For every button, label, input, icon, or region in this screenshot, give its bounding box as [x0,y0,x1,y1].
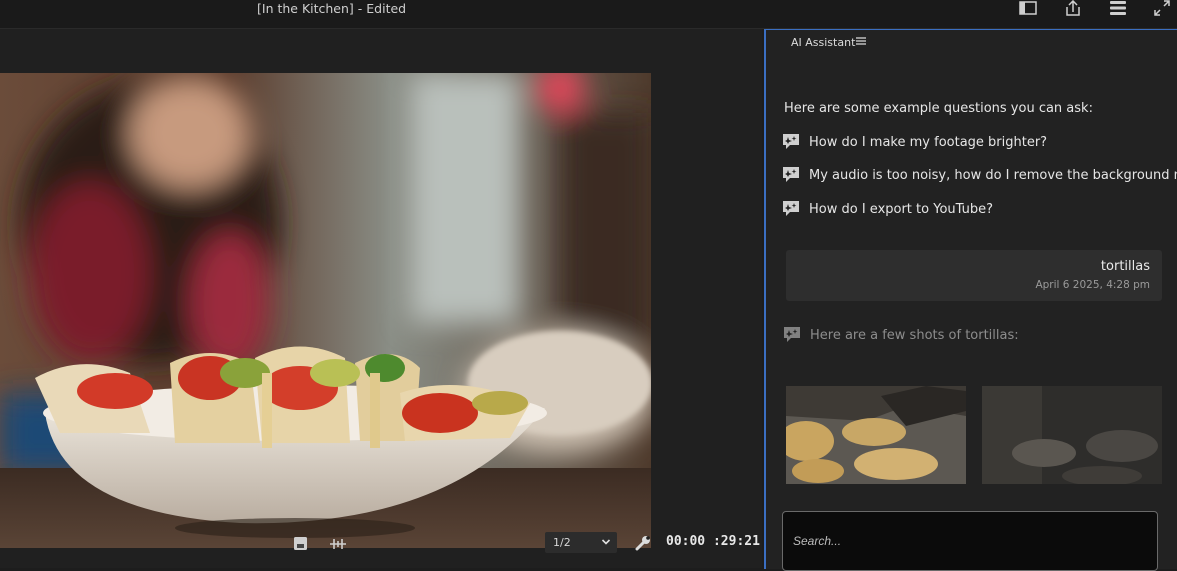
resolution-select[interactable]: 1/2 [545,532,617,553]
ai-chat-icon [783,201,799,216]
fullscreen-icon[interactable] [1152,0,1172,18]
user-message-timestamp: April 6 2025, 4:28 pm [1035,279,1150,291]
example-question-text: How do I make my footage brighter? [809,135,1048,150]
search-input[interactable] [782,511,1158,571]
title-bar: [In the Kitchen] - Edited [0,0,1177,29]
tortilla-shot-thumbnail[interactable] [982,386,1162,484]
example-question-text: My audio is too noisy, how do I remove t… [809,168,1177,183]
ai-assistant-panel: AI Assistant Here are some example quest… [764,29,1177,571]
resolution-value: 1/2 [553,536,571,549]
examples-intro: Here are some example questions you can … [784,101,1093,116]
ai-chat-icon [783,167,799,182]
tortilla-shot-thumbnail[interactable] [786,386,966,484]
panel-layout-icon[interactable] [1018,0,1038,18]
share-export-icon[interactable] [1063,0,1083,18]
export-frame-icon[interactable] [292,535,310,553]
ai-chat-icon [783,134,799,149]
user-message: tortillas April 6 2025, 4:28 pm [786,250,1162,301]
program-monitor: 1/2 00:00 :29:21 [0,29,762,568]
panel-menu-icon[interactable] [856,36,866,46]
tortilla-shot-image [982,386,1162,484]
settings-wrench-icon[interactable] [634,534,652,552]
ai-chat-icon [784,327,800,342]
user-message-text: tortillas [1100,259,1150,274]
video-preview[interactable] [0,73,651,548]
chevron-down-icon [601,539,611,545]
stack-menu-icon[interactable] [1108,0,1128,18]
example-question-text: How do I export to YouTube? [809,202,993,217]
panel-title[interactable]: AI Assistant [791,36,855,49]
monitor-controls: 1/2 00:00 :29:21 [0,529,762,568]
insert-edit-icon[interactable] [329,535,347,553]
assistant-response-text: Here are a few shots of tortillas: [810,328,1019,343]
tacos-frame-image [0,73,651,548]
tortilla-shot-image [786,386,966,484]
playhead-timecode[interactable]: 00:00 :29:21 [666,534,760,549]
project-title: [In the Kitchen] - Edited [257,1,407,16]
